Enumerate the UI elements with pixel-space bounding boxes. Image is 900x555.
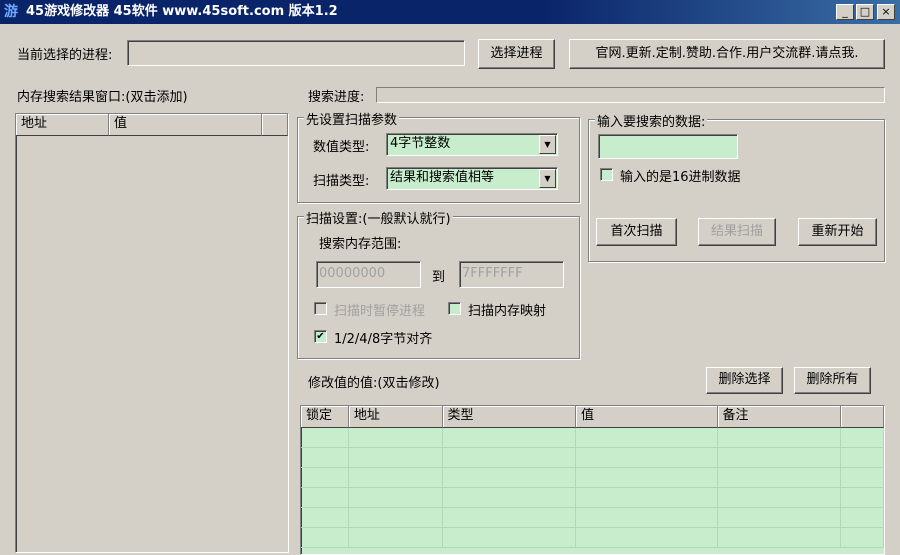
range-label: 搜索内存范围: — [319, 237, 402, 252]
range-from-input[interactable]: 00000000 — [316, 261, 421, 288]
next-scan-button[interactable]: 结果扫描 — [698, 218, 776, 246]
table-cell — [348, 508, 443, 528]
chevron-down-icon[interactable]: ▼ — [539, 169, 556, 188]
restart-button[interactable]: 重新开始 — [798, 218, 877, 246]
maximize-button[interactable]: □ — [856, 4, 874, 20]
table-cell — [717, 528, 842, 548]
modify-table[interactable]: 锁定 地址 类型 值 备注 — [300, 405, 885, 555]
results-list[interactable]: 地址 值 — [15, 113, 289, 553]
modify-label: 修改值的值:(双击修改) — [308, 376, 440, 391]
hex-label: 输入的是16进制数据 — [620, 170, 741, 185]
scan-params-group: 先设置扫描参数 数值类型: 4字节整数 ▼ 扫描类型: 结果和搜索值相等 ▼ — [297, 109, 580, 203]
table-cell — [442, 528, 577, 548]
table-cell — [348, 488, 443, 508]
table-row[interactable] — [301, 428, 884, 448]
progress-label: 搜索进度: — [308, 90, 365, 105]
table-cell — [717, 448, 842, 468]
scan-type-label: 扫描类型: — [313, 174, 370, 189]
table-cell — [841, 468, 884, 488]
table-cell — [841, 508, 884, 528]
minimize-button[interactable]: _ — [836, 4, 854, 20]
column-value[interactable]: 值 — [576, 406, 718, 428]
results-label: 内存搜索结果窗口:(双击添加) — [17, 90, 188, 105]
process-field[interactable] — [127, 40, 465, 66]
table-cell — [442, 448, 577, 468]
table-cell — [717, 508, 842, 528]
table-cell — [442, 468, 577, 488]
table-cell — [841, 428, 884, 448]
table-cell — [576, 508, 718, 528]
align-checkbox[interactable]: ✔ — [314, 330, 327, 343]
table-cell — [301, 488, 349, 508]
website-button[interactable]: 官网.更新.定制.赞助.合作.用户交流群.请点我. — [569, 39, 885, 69]
table-cell — [841, 448, 884, 468]
chevron-down-icon[interactable]: ▼ — [539, 135, 556, 154]
table-cell — [576, 428, 718, 448]
delete-selected-button[interactable]: 删除选择 — [706, 367, 783, 394]
column-note[interactable]: 备注 — [717, 406, 842, 428]
table-cell — [841, 528, 884, 548]
table-cell — [301, 428, 349, 448]
search-data-group: 输入要搜索的数据: 输入的是16进制数据 首次扫描 结果扫描 重新开始 — [588, 111, 885, 262]
value-type-select[interactable]: 4字节整数 ▼ — [386, 133, 558, 156]
to-label: 到 — [432, 270, 446, 285]
column-value[interactable]: 值 — [109, 114, 262, 136]
table-cell — [442, 488, 577, 508]
pause-process-label: 扫描时暂停进程 — [334, 304, 426, 319]
align-label: 1/2/4/8字节对齐 — [334, 332, 433, 347]
table-cell — [348, 468, 443, 488]
search-data-title: 输入要搜索的数据: — [595, 111, 708, 130]
table-cell — [717, 488, 842, 508]
table-cell — [576, 488, 718, 508]
table-cell — [717, 428, 842, 448]
close-button[interactable]: × — [877, 4, 895, 20]
table-cell — [301, 448, 349, 468]
table-cell — [442, 508, 577, 528]
column-lock[interactable]: 锁定 — [301, 406, 349, 428]
scan-params-title: 先设置扫描参数 — [304, 109, 400, 128]
table-cell — [576, 528, 718, 548]
column-empty — [262, 114, 288, 136]
value-type-value: 4字节整数 — [390, 136, 451, 151]
column-type[interactable]: 类型 — [442, 406, 577, 428]
table-cell — [576, 448, 718, 468]
value-type-label: 数值类型: — [313, 140, 370, 155]
title-bar: 45游戏修改器 45软件 www.45soft.com 版本1.2 — [0, 0, 900, 24]
table-cell — [348, 448, 443, 468]
table-cell — [442, 428, 577, 448]
range-to-input[interactable]: 7FFFFFFF — [459, 261, 564, 288]
scan-type-value: 结果和搜索值相等 — [390, 170, 495, 185]
app-icon: 游 — [4, 4, 18, 20]
table-cell — [348, 428, 443, 448]
table-cell — [841, 488, 884, 508]
table-row[interactable] — [301, 508, 884, 528]
scan-type-select[interactable]: 结果和搜索值相等 ▼ — [386, 167, 558, 190]
pause-process-checkbox[interactable] — [314, 302, 327, 315]
table-cell — [301, 468, 349, 488]
column-empty — [841, 406, 884, 428]
table-row[interactable] — [301, 468, 884, 488]
select-process-button[interactable]: 选择进程 — [478, 39, 555, 69]
table-cell — [348, 528, 443, 548]
delete-all-button[interactable]: 删除所有 — [794, 367, 871, 394]
table-cell — [301, 508, 349, 528]
table-cell — [301, 528, 349, 548]
table-cell — [576, 468, 718, 488]
hex-checkbox[interactable] — [600, 168, 613, 181]
table-row[interactable] — [301, 448, 884, 468]
table-row[interactable] — [301, 488, 884, 508]
scan-settings-title: 扫描设置:(一般默认就行) — [304, 208, 453, 227]
table-cell — [717, 468, 842, 488]
search-value-input[interactable] — [598, 134, 738, 159]
process-label: 当前选择的进程: — [17, 48, 113, 63]
scan-mapped-checkbox[interactable] — [448, 302, 461, 315]
first-scan-button[interactable]: 首次扫描 — [596, 218, 677, 246]
scan-mapped-label: 扫描内存映射 — [468, 304, 547, 319]
scan-settings-group: 扫描设置:(一般默认就行) 搜索内存范围: 00000000 到 7FFFFFF… — [297, 208, 580, 359]
column-address[interactable]: 地址 — [348, 406, 443, 428]
window-title: 45游戏修改器 45软件 www.45soft.com 版本1.2 — [26, 4, 338, 19]
search-progress-bar — [376, 87, 885, 103]
table-row[interactable] — [301, 528, 884, 548]
column-address[interactable]: 地址 — [16, 114, 109, 136]
